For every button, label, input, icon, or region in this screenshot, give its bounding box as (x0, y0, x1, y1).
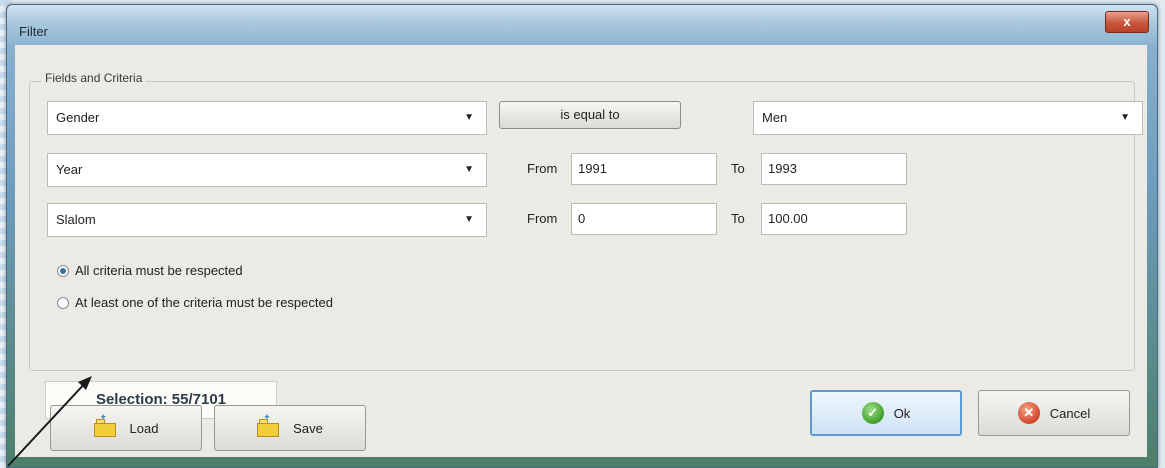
cancel-button[interactable]: ✕ Cancel (978, 390, 1130, 436)
radio-button[interactable] (57, 296, 69, 309)
radio-button-checked[interactable] (57, 264, 69, 277)
save-button-label: Save (293, 420, 323, 436)
field-select-value: Slalom (56, 212, 96, 227)
slalom-to-input[interactable]: 100.00 (761, 203, 907, 235)
radio-all-criteria[interactable]: All criteria must be respected (57, 263, 243, 278)
year-from-input[interactable]: 1991 (571, 153, 717, 185)
from-label: From (527, 211, 558, 226)
slalom-from-input[interactable]: 0 (571, 203, 717, 235)
field-select-2[interactable]: Year ▼ (47, 153, 487, 187)
window-title: Filter (19, 24, 48, 39)
load-button-label: Load (129, 420, 159, 436)
group-label: Fields and Criteria (41, 71, 147, 85)
cancel-button-label: Cancel (1049, 405, 1091, 421)
field-select-3[interactable]: Slalom ▼ (47, 203, 487, 237)
load-button[interactable]: ✦ Load (50, 405, 202, 451)
chevron-down-icon: ▼ (464, 214, 474, 225)
to-label: To (731, 161, 745, 176)
value-select-value: Men (762, 110, 788, 125)
check-circle-icon: ✓ (861, 402, 884, 424)
close-icon: x (1123, 14, 1131, 29)
radio-label: At least one of the criteria must be res… (75, 295, 333, 310)
radio-any-criteria[interactable]: At least one of the criteria must be res… (57, 295, 333, 310)
radio-label: All criteria must be respected (75, 263, 243, 278)
field-select-value: Gender (56, 110, 100, 125)
to-label: To (731, 211, 745, 226)
title-bar: Filter x (7, 5, 1157, 45)
chevron-down-icon: ▼ (464, 164, 474, 175)
save-button[interactable]: ✦ Save (214, 405, 366, 451)
year-to-input[interactable]: 1993 (761, 153, 907, 185)
value-select[interactable]: Men ▼ (753, 101, 1143, 135)
from-label: From (527, 161, 558, 176)
ok-button-label: Ok (893, 405, 911, 421)
close-button[interactable]: x (1105, 11, 1149, 33)
ok-button[interactable]: ✓ Ok (810, 390, 962, 436)
field-select-1[interactable]: Gender ▼ (47, 101, 487, 135)
field-select-value: Year (56, 162, 83, 177)
chevron-down-icon: ▼ (464, 112, 474, 123)
operator-button[interactable]: is equal to (499, 101, 681, 129)
cancel-circle-icon: ✕ (1017, 402, 1040, 424)
folder-icon: ✦ (93, 412, 116, 437)
folder-icon: ✦ (257, 412, 280, 437)
chevron-down-icon: ▼ (1120, 112, 1130, 123)
